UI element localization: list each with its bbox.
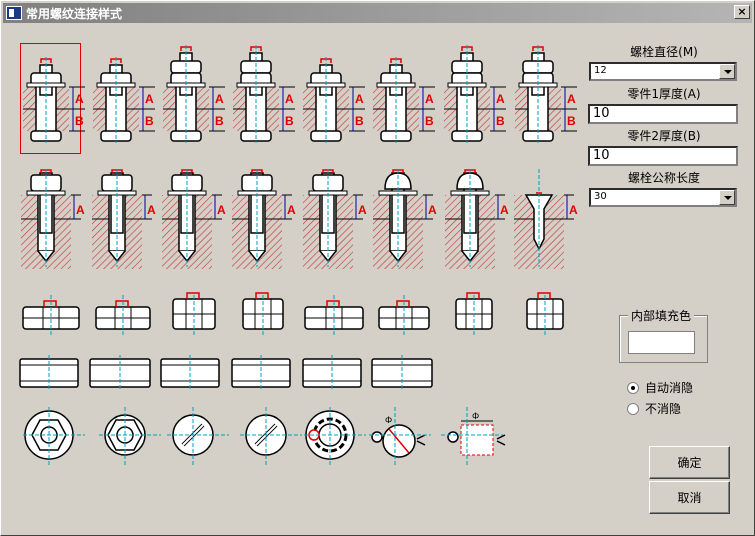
svg-text:A: A [76, 203, 85, 217]
svg-text:A: A [567, 92, 576, 106]
svg-text:A: A [75, 92, 84, 106]
radio-no-hide-indicator[interactable] [627, 402, 639, 415]
svg-text:B: B [567, 114, 576, 128]
bolt-style-blind-4[interactable]: A [230, 169, 300, 273]
svg-text:B: B [425, 114, 434, 128]
radio-auto-hide-label: 自动消隐 [645, 381, 694, 395]
nut-style-7[interactable] [454, 292, 494, 335]
fill-color-swatch[interactable] [628, 331, 695, 354]
app-icon [6, 6, 22, 20]
top-view-style-3[interactable] [167, 407, 237, 467]
svg-text:A: A [287, 203, 296, 217]
bolt-diameter-select[interactable]: 12 [589, 62, 737, 81]
svg-text:A: A [428, 203, 437, 217]
bolt-style-blind-7[interactable]: A [443, 169, 513, 273]
radio-auto-hide[interactable]: 自动消隐 [627, 379, 693, 396]
nut-style-3[interactable] [171, 292, 217, 335]
svg-text:B: B [285, 114, 294, 128]
cancel-button[interactable]: 取消 [649, 481, 730, 514]
bolt-style-through-7[interactable]: AB [442, 45, 512, 145]
nut-style-1[interactable] [21, 295, 81, 335]
svg-text:A: A [145, 92, 154, 106]
title-bar[interactable]: 常用螺纹连接样式 × [3, 3, 752, 23]
part2-thickness-label: 零件2厚度(B) [627, 129, 701, 143]
svg-text:Φ: Φ [472, 411, 479, 421]
washer-style-4[interactable] [231, 355, 293, 391]
bolt-length-select[interactable]: 30 [589, 188, 737, 207]
part1-thickness-label: 零件1厚度(A) [627, 87, 701, 101]
svg-text:B: B [75, 114, 84, 128]
bolt-length-value: 30 [594, 191, 607, 202]
bolt-style-through-1[interactable]: AB [21, 45, 91, 145]
svg-text:B: B [355, 114, 364, 128]
top-view-style-7[interactable]: Φ [441, 407, 511, 467]
nut-style-6[interactable] [377, 295, 431, 335]
svg-text:A: A [358, 203, 367, 217]
chevron-down-icon[interactable] [719, 64, 735, 79]
nut-style-5[interactable] [303, 295, 365, 335]
radio-auto-hide-indicator[interactable] [627, 381, 639, 394]
svg-text:B: B [145, 114, 154, 128]
bolt-style-through-2[interactable]: AB [91, 45, 161, 145]
top-view-style-5[interactable] [304, 407, 374, 467]
bolt-style-blind-8[interactable]: A [512, 169, 582, 273]
washer-style-3[interactable] [160, 355, 222, 391]
close-button[interactable]: × [734, 5, 750, 19]
window-title: 常用螺纹连接样式 [26, 6, 123, 21]
svg-text:A: A [285, 92, 294, 106]
svg-text:A: A [569, 203, 578, 217]
bolt-style-through-5[interactable]: AB [301, 45, 371, 145]
part2-thickness-input[interactable]: 10 [588, 146, 738, 166]
fill-color-label: 内部填充色 [628, 307, 695, 324]
svg-text:A: A [496, 92, 505, 106]
top-view-style-2[interactable] [99, 407, 169, 467]
top-view-style-4[interactable] [240, 407, 310, 467]
bolt-length-label: 螺栓公称长度 [627, 171, 700, 185]
washer-style-5[interactable] [302, 355, 364, 391]
svg-text:A: A [425, 92, 434, 106]
bolt-style-through-4[interactable]: AB [231, 45, 301, 145]
bolt-style-blind-1[interactable]: A [19, 169, 89, 273]
bolt-diameter-value: 12 [594, 65, 607, 76]
top-view-style-6[interactable]: Φ [369, 407, 439, 467]
dialog-window: 常用螺纹连接样式 × AB AB AB AB AB AB AB AB A A A… [0, 0, 755, 536]
radio-no-hide[interactable]: 不消隐 [627, 400, 681, 417]
bolt-style-blind-2[interactable]: A [90, 169, 160, 273]
bolt-style-through-3[interactable]: AB [161, 45, 231, 145]
radio-no-hide-label: 不消隐 [645, 402, 682, 416]
bolt-style-through-8[interactable]: AB [513, 45, 583, 145]
svg-text:A: A [147, 203, 156, 217]
bolt-style-through-6[interactable]: AB [371, 45, 441, 145]
nut-style-4[interactable] [241, 292, 285, 335]
bolt-diameter-label: 螺栓直径(M) [630, 45, 698, 59]
chevron-down-icon[interactable] [719, 190, 735, 205]
svg-text:A: A [355, 92, 364, 106]
top-view-style-1[interactable] [23, 407, 93, 467]
svg-text:B: B [215, 114, 224, 128]
nut-style-8[interactable] [525, 292, 565, 335]
washer-style-6[interactable] [371, 355, 435, 391]
svg-text:A: A [217, 203, 226, 217]
svg-text:A: A [500, 203, 509, 217]
ok-button[interactable]: 确定 [649, 446, 730, 479]
svg-text:B: B [496, 114, 505, 128]
bolt-style-blind-5[interactable]: A [301, 169, 371, 273]
washer-style-2[interactable] [89, 355, 153, 391]
nut-style-2[interactable] [94, 295, 152, 335]
svg-text:Φ: Φ [385, 415, 392, 425]
part1-thickness-input[interactable]: 10 [588, 104, 738, 124]
bolt-style-blind-6[interactable]: A [371, 169, 441, 273]
bolt-style-blind-3[interactable]: A [160, 169, 230, 273]
svg-text:A: A [215, 92, 224, 106]
washer-style-1[interactable] [19, 355, 81, 391]
